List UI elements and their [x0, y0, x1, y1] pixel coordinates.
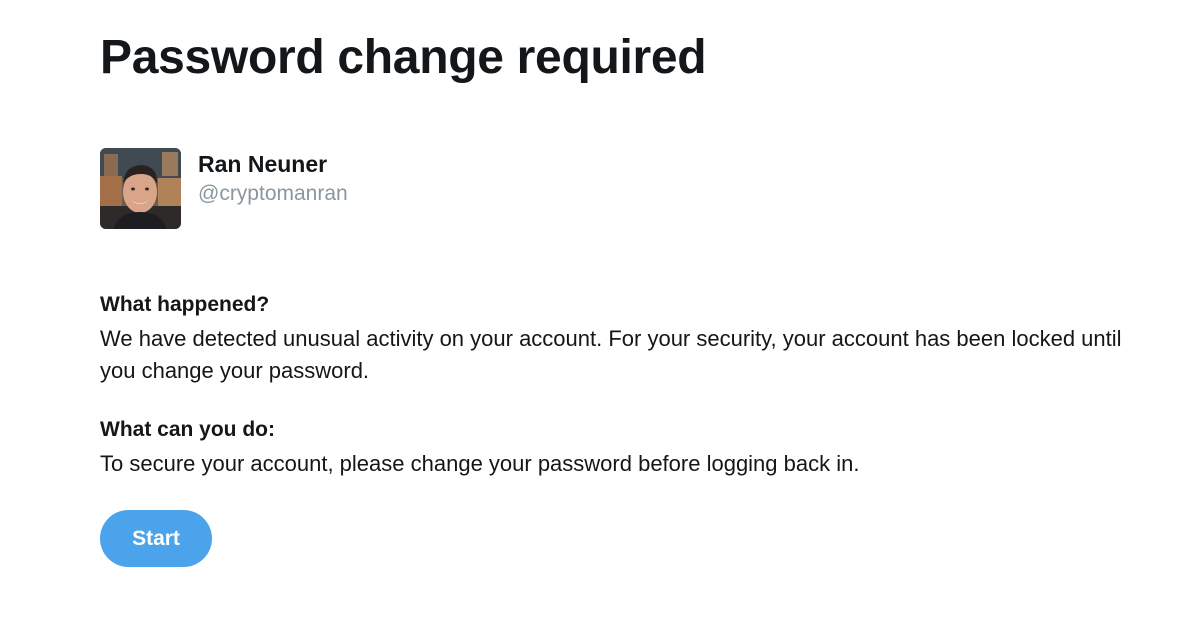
- avatar: [100, 148, 181, 229]
- user-handle: @cryptomanran: [198, 182, 348, 205]
- section-body: To secure your account, please change yo…: [100, 451, 860, 476]
- start-button[interactable]: Start: [100, 510, 212, 567]
- user-card: Ran Neuner @cryptomanran: [100, 148, 348, 230]
- section-heading: What happened?: [100, 293, 270, 316]
- what-happened-section: What happened? We have detected unusual …: [100, 291, 1140, 387]
- avatar-photo-icon: [100, 148, 181, 229]
- section-body: We have detected unusual activity on you…: [100, 326, 1122, 383]
- page-title: Password change required: [100, 31, 707, 84]
- display-name: Ran Neuner: [198, 151, 328, 177]
- section-heading: What can you do:: [100, 418, 275, 441]
- what-can-you-do-section: What can you do: To secure your account,…: [100, 416, 1140, 480]
- user-names: Ran Neuner @cryptomanran: [198, 148, 348, 208]
